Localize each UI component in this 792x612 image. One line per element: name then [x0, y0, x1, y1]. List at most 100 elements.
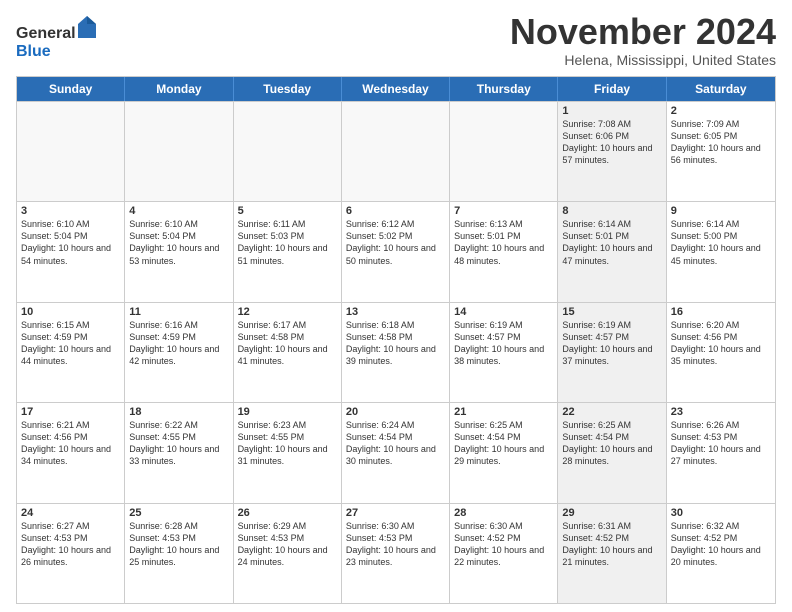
calendar-cell	[125, 102, 233, 201]
day-number: 30	[671, 507, 771, 519]
cell-info: Sunrise: 6:10 AM Sunset: 5:04 PM Dayligh…	[129, 218, 228, 267]
calendar-cell: 16Sunrise: 6:20 AM Sunset: 4:56 PM Dayli…	[667, 303, 775, 402]
cell-info: Sunrise: 6:13 AM Sunset: 5:01 PM Dayligh…	[454, 218, 553, 267]
calendar-cell: 12Sunrise: 6:17 AM Sunset: 4:58 PM Dayli…	[234, 303, 342, 402]
calendar-cell: 3Sunrise: 6:10 AM Sunset: 5:04 PM Daylig…	[17, 202, 125, 301]
calendar-cell: 13Sunrise: 6:18 AM Sunset: 4:58 PM Dayli…	[342, 303, 450, 402]
day-number: 6	[346, 205, 445, 217]
cell-info: Sunrise: 6:30 AM Sunset: 4:52 PM Dayligh…	[454, 520, 553, 569]
header-tuesday: Tuesday	[234, 77, 342, 101]
cell-info: Sunrise: 6:12 AM Sunset: 5:02 PM Dayligh…	[346, 218, 445, 267]
day-number: 13	[346, 306, 445, 318]
cell-info: Sunrise: 7:09 AM Sunset: 6:05 PM Dayligh…	[671, 118, 771, 167]
calendar-cell: 21Sunrise: 6:25 AM Sunset: 4:54 PM Dayli…	[450, 403, 558, 502]
header-sunday: Sunday	[17, 77, 125, 101]
cell-info: Sunrise: 6:16 AM Sunset: 4:59 PM Dayligh…	[129, 319, 228, 368]
day-number: 11	[129, 306, 228, 318]
calendar-cell	[234, 102, 342, 201]
calendar-cell: 9Sunrise: 6:14 AM Sunset: 5:00 PM Daylig…	[667, 202, 775, 301]
cell-info: Sunrise: 6:17 AM Sunset: 4:58 PM Dayligh…	[238, 319, 337, 368]
header-saturday: Saturday	[667, 77, 775, 101]
calendar-cell: 2Sunrise: 7:09 AM Sunset: 6:05 PM Daylig…	[667, 102, 775, 201]
cell-info: Sunrise: 6:25 AM Sunset: 4:54 PM Dayligh…	[454, 419, 553, 468]
cell-info: Sunrise: 6:14 AM Sunset: 5:01 PM Dayligh…	[562, 218, 661, 267]
cell-info: Sunrise: 7:08 AM Sunset: 6:06 PM Dayligh…	[562, 118, 661, 167]
page: General Blue November 2024 Helena, Missi…	[0, 0, 792, 612]
calendar-cell: 6Sunrise: 6:12 AM Sunset: 5:02 PM Daylig…	[342, 202, 450, 301]
calendar-row-2: 3Sunrise: 6:10 AM Sunset: 5:04 PM Daylig…	[17, 201, 775, 301]
cell-info: Sunrise: 6:26 AM Sunset: 4:53 PM Dayligh…	[671, 419, 771, 468]
logo-blue: Blue	[16, 43, 51, 60]
day-number: 3	[21, 205, 120, 217]
day-number: 2	[671, 105, 771, 117]
calendar-header: Sunday Monday Tuesday Wednesday Thursday…	[17, 77, 775, 101]
cell-info: Sunrise: 6:19 AM Sunset: 4:57 PM Dayligh…	[454, 319, 553, 368]
calendar-cell: 19Sunrise: 6:23 AM Sunset: 4:55 PM Dayli…	[234, 403, 342, 502]
calendar-cell: 20Sunrise: 6:24 AM Sunset: 4:54 PM Dayli…	[342, 403, 450, 502]
logo-icon	[78, 16, 96, 38]
calendar-cell: 11Sunrise: 6:16 AM Sunset: 4:59 PM Dayli…	[125, 303, 233, 402]
location: Helena, Mississippi, United States	[510, 52, 776, 68]
cell-info: Sunrise: 6:31 AM Sunset: 4:52 PM Dayligh…	[562, 520, 661, 569]
day-number: 16	[671, 306, 771, 318]
calendar-cell: 14Sunrise: 6:19 AM Sunset: 4:57 PM Dayli…	[450, 303, 558, 402]
calendar: Sunday Monday Tuesday Wednesday Thursday…	[16, 76, 776, 604]
calendar-body: 1Sunrise: 7:08 AM Sunset: 6:06 PM Daylig…	[17, 101, 775, 603]
cell-info: Sunrise: 6:20 AM Sunset: 4:56 PM Dayligh…	[671, 319, 771, 368]
day-number: 14	[454, 306, 553, 318]
cell-info: Sunrise: 6:29 AM Sunset: 4:53 PM Dayligh…	[238, 520, 337, 569]
day-number: 4	[129, 205, 228, 217]
day-number: 15	[562, 306, 661, 318]
calendar-cell	[17, 102, 125, 201]
title-block: November 2024 Helena, Mississippi, Unite…	[510, 12, 776, 68]
day-number: 23	[671, 406, 771, 418]
calendar-cell: 17Sunrise: 6:21 AM Sunset: 4:56 PM Dayli…	[17, 403, 125, 502]
cell-info: Sunrise: 6:22 AM Sunset: 4:55 PM Dayligh…	[129, 419, 228, 468]
day-number: 21	[454, 406, 553, 418]
day-number: 7	[454, 205, 553, 217]
calendar-cell: 23Sunrise: 6:26 AM Sunset: 4:53 PM Dayli…	[667, 403, 775, 502]
header-wednesday: Wednesday	[342, 77, 450, 101]
day-number: 5	[238, 205, 337, 217]
cell-info: Sunrise: 6:25 AM Sunset: 4:54 PM Dayligh…	[562, 419, 661, 468]
cell-info: Sunrise: 6:11 AM Sunset: 5:03 PM Dayligh…	[238, 218, 337, 267]
calendar-cell: 26Sunrise: 6:29 AM Sunset: 4:53 PM Dayli…	[234, 504, 342, 603]
header-monday: Monday	[125, 77, 233, 101]
cell-info: Sunrise: 6:24 AM Sunset: 4:54 PM Dayligh…	[346, 419, 445, 468]
calendar-cell: 29Sunrise: 6:31 AM Sunset: 4:52 PM Dayli…	[558, 504, 666, 603]
calendar-cell: 18Sunrise: 6:22 AM Sunset: 4:55 PM Dayli…	[125, 403, 233, 502]
cell-info: Sunrise: 6:18 AM Sunset: 4:58 PM Dayligh…	[346, 319, 445, 368]
calendar-cell: 7Sunrise: 6:13 AM Sunset: 5:01 PM Daylig…	[450, 202, 558, 301]
day-number: 10	[21, 306, 120, 318]
day-number: 17	[21, 406, 120, 418]
header-friday: Friday	[558, 77, 666, 101]
day-number: 29	[562, 507, 661, 519]
calendar-cell: 10Sunrise: 6:15 AM Sunset: 4:59 PM Dayli…	[17, 303, 125, 402]
cell-info: Sunrise: 6:28 AM Sunset: 4:53 PM Dayligh…	[129, 520, 228, 569]
cell-info: Sunrise: 6:10 AM Sunset: 5:04 PM Dayligh…	[21, 218, 120, 267]
day-number: 12	[238, 306, 337, 318]
day-number: 22	[562, 406, 661, 418]
cell-info: Sunrise: 6:19 AM Sunset: 4:57 PM Dayligh…	[562, 319, 661, 368]
day-number: 20	[346, 406, 445, 418]
day-number: 9	[671, 205, 771, 217]
calendar-cell	[342, 102, 450, 201]
cell-info: Sunrise: 6:27 AM Sunset: 4:53 PM Dayligh…	[21, 520, 120, 569]
header-thursday: Thursday	[450, 77, 558, 101]
month-title: November 2024	[510, 12, 776, 52]
cell-info: Sunrise: 6:32 AM Sunset: 4:52 PM Dayligh…	[671, 520, 771, 569]
calendar-cell: 1Sunrise: 7:08 AM Sunset: 6:06 PM Daylig…	[558, 102, 666, 201]
calendar-cell: 22Sunrise: 6:25 AM Sunset: 4:54 PM Dayli…	[558, 403, 666, 502]
calendar-cell	[450, 102, 558, 201]
day-number: 19	[238, 406, 337, 418]
cell-info: Sunrise: 6:14 AM Sunset: 5:00 PM Dayligh…	[671, 218, 771, 267]
calendar-cell: 4Sunrise: 6:10 AM Sunset: 5:04 PM Daylig…	[125, 202, 233, 301]
calendar-cell: 24Sunrise: 6:27 AM Sunset: 4:53 PM Dayli…	[17, 504, 125, 603]
cell-info: Sunrise: 6:30 AM Sunset: 4:53 PM Dayligh…	[346, 520, 445, 569]
day-number: 8	[562, 205, 661, 217]
header: General Blue November 2024 Helena, Missi…	[16, 12, 776, 68]
calendar-row-4: 17Sunrise: 6:21 AM Sunset: 4:56 PM Dayli…	[17, 402, 775, 502]
calendar-cell: 15Sunrise: 6:19 AM Sunset: 4:57 PM Dayli…	[558, 303, 666, 402]
calendar-cell: 8Sunrise: 6:14 AM Sunset: 5:01 PM Daylig…	[558, 202, 666, 301]
calendar-cell: 25Sunrise: 6:28 AM Sunset: 4:53 PM Dayli…	[125, 504, 233, 603]
